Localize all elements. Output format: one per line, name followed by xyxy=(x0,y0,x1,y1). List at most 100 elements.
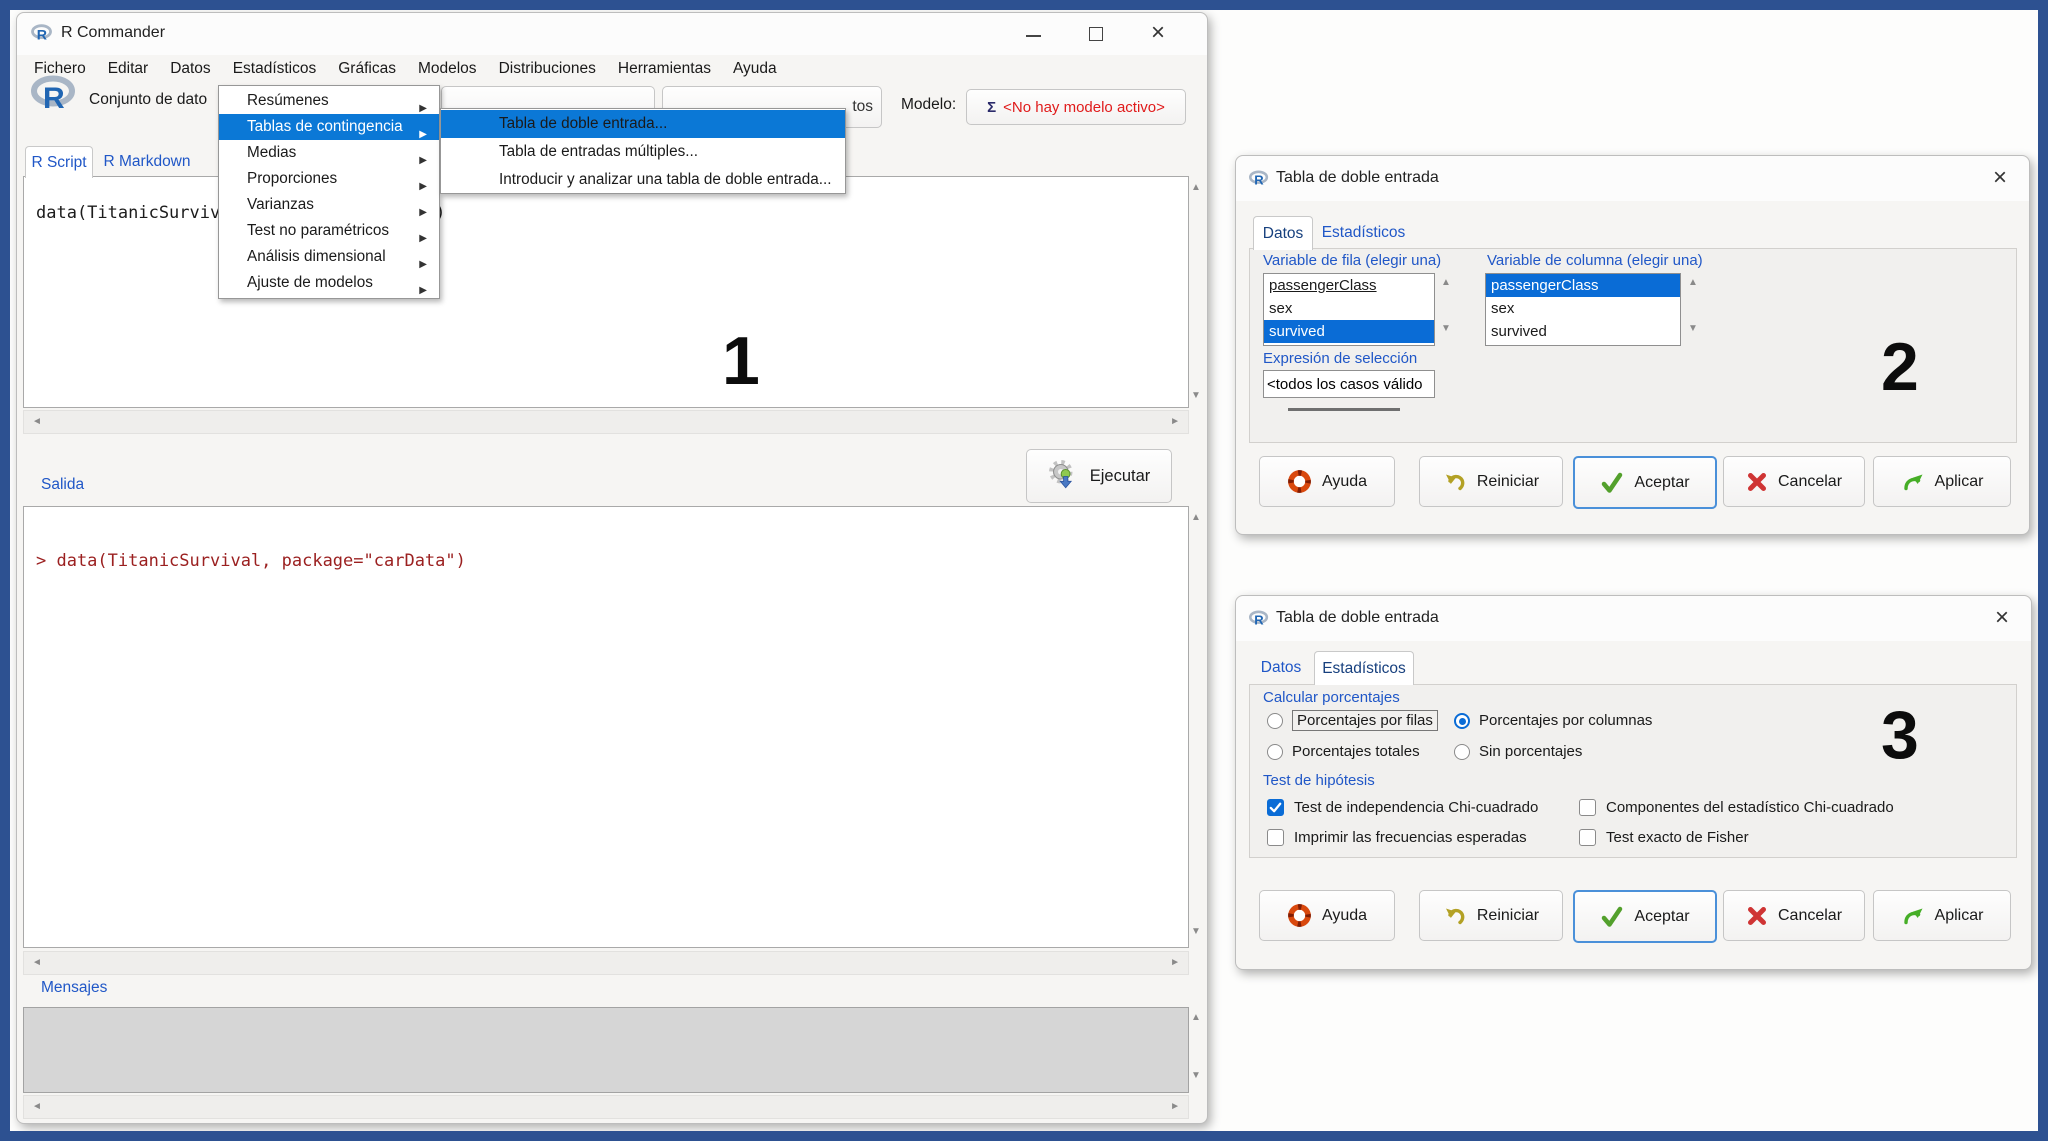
aplicar-button[interactable]: Aplicar xyxy=(1873,890,2011,941)
aceptar-button[interactable]: Aceptar xyxy=(1573,456,1717,509)
checkbox-componentes[interactable] xyxy=(1579,799,1596,816)
menuitem-test-no-parametricos[interactable]: Test no paramétricos▶ xyxy=(219,218,439,244)
output-scroll-up-icon[interactable]: ▲ xyxy=(1191,513,1201,523)
menuitem-tabla-entradas-multiples[interactable]: Tabla de entradas múltiples... xyxy=(441,138,845,166)
reiniciar-button[interactable]: Reiniciar xyxy=(1419,890,1563,941)
cancelar-button[interactable]: Cancelar xyxy=(1723,890,1865,941)
menu-modelos[interactable]: Modelos xyxy=(407,53,488,85)
checkbox-frecuencias[interactable] xyxy=(1267,829,1284,846)
list-item[interactable]: sex xyxy=(1264,297,1434,320)
ayuda-button[interactable]: Ayuda xyxy=(1259,890,1395,941)
dialog2-tab-estadisticos[interactable]: Estadísticos xyxy=(1316,216,1411,249)
column-variable-list[interactable]: passengerClass sex survived xyxy=(1485,273,1681,346)
menu-datos[interactable]: Datos xyxy=(159,53,222,85)
dialog3-titlebar[interactable]: R Tabla de doble entrada × xyxy=(1236,596,2031,641)
script-scroll-right-icon[interactable]: ► xyxy=(1170,417,1180,427)
script-editor[interactable]: data(TitanicSurvival, package="carData") xyxy=(23,176,1189,408)
row-variable-list[interactable]: passengerClass sex survived xyxy=(1263,273,1435,346)
ayuda-button[interactable]: Ayuda xyxy=(1259,456,1395,507)
output-pane[interactable]: > data(TitanicSurvival, package="carData… xyxy=(23,506,1189,948)
messages-pane[interactable] xyxy=(23,1007,1189,1093)
output-hscrollbar[interactable]: ◄ ► xyxy=(23,951,1189,975)
view-dataset-label-fragment: tos xyxy=(852,98,873,116)
script-hscrollbar[interactable]: ◄ ► xyxy=(23,410,1189,434)
checkbox-chi-cuadrado[interactable] xyxy=(1267,799,1284,816)
messages-scroll-left-icon[interactable]: ◄ xyxy=(32,1102,42,1112)
selection-expression-input[interactable] xyxy=(1263,370,1435,398)
menuitem-varianzas[interactable]: Varianzas▶ xyxy=(219,192,439,218)
minimize-button[interactable] xyxy=(1026,35,1041,37)
list-item[interactable]: passengerClass xyxy=(1264,274,1434,297)
menuitem-resumenes[interactable]: Resúmenes▶ xyxy=(219,88,439,114)
menu-ayuda[interactable]: Ayuda xyxy=(722,53,788,85)
radio-porcentajes-columnas[interactable] xyxy=(1454,713,1470,729)
messages-scroll-down-icon[interactable]: ▼ xyxy=(1191,1071,1201,1081)
row-list-down-icon[interactable]: ▼ xyxy=(1441,324,1451,334)
r-logo-icon: R xyxy=(1249,610,1269,632)
menuitem-tabla-doble-entrada[interactable]: Tabla de doble entrada... xyxy=(441,110,845,138)
aceptar-button[interactable]: Aceptar xyxy=(1573,890,1717,943)
script-scroll-left-icon[interactable]: ◄ xyxy=(32,417,42,427)
tab-r-markdown[interactable]: R Markdown xyxy=(97,146,197,177)
dialog2-tab-datos[interactable]: Datos xyxy=(1253,216,1313,250)
messages-hscrollbar[interactable]: ◄ ► xyxy=(23,1095,1189,1119)
checkbox-chi-cuadrado-label[interactable]: Test de independencia Chi-cuadrado xyxy=(1294,799,1538,816)
close-button[interactable]: × xyxy=(1151,21,1165,45)
menu-herramientas[interactable]: Herramientas xyxy=(607,53,722,85)
checkbox-fisher-label[interactable]: Test exacto de Fisher xyxy=(1606,829,1749,846)
script-scroll-down-icon[interactable]: ▼ xyxy=(1191,391,1201,401)
dialog3-close-button[interactable]: × xyxy=(1995,606,2009,630)
output-scroll-down-icon[interactable]: ▼ xyxy=(1191,927,1201,937)
output-scroll-left-icon[interactable]: ◄ xyxy=(32,958,42,968)
list-item[interactable]: sex xyxy=(1486,297,1680,320)
menuitem-introducir-analizar-tabla[interactable]: Introducir y analizar una tabla de doble… xyxy=(441,166,845,194)
dialog2-titlebar[interactable]: R Tabla de doble entrada × xyxy=(1236,156,2029,201)
checkbox-fisher[interactable] xyxy=(1579,829,1596,846)
list-item[interactable]: survived xyxy=(1486,320,1680,343)
screenshot-root: R R Commander × FicheroEditarDatosEstadí… xyxy=(0,0,2048,1141)
radio-porcentajes-columnas-label[interactable]: Porcentajes por columnas xyxy=(1479,712,1652,729)
list-item[interactable]: survived xyxy=(1264,320,1434,343)
model-button[interactable]: Σ <No hay modelo activo> xyxy=(966,89,1186,125)
salida-label: Salida xyxy=(41,476,84,494)
radio-sin-porcentajes[interactable] xyxy=(1454,744,1470,760)
menuitem-tablas-contingencia[interactable]: Tablas de contingencia▶ xyxy=(219,114,439,140)
main-titlebar[interactable]: R R Commander × xyxy=(17,13,1207,55)
menuitem-ajuste-modelos[interactable]: Ajuste de modelos▶ xyxy=(219,270,439,296)
checkbox-componentes-label[interactable]: Componentes del estadístico Chi-cuadrado xyxy=(1606,799,1894,816)
radio-porcentajes-filas[interactable] xyxy=(1267,713,1283,729)
cancelar-button[interactable]: Cancelar xyxy=(1723,456,1865,507)
tab-r-script[interactable]: R Script xyxy=(25,146,93,178)
menu-graficas[interactable]: Gráficas xyxy=(327,53,407,85)
column-variable-label: Variable de columna (elegir una) xyxy=(1487,252,1703,269)
ejecutar-button[interactable]: Ejecutar xyxy=(1026,449,1172,503)
dialog3-tab-datos[interactable]: Datos xyxy=(1253,651,1309,684)
output-scroll-right-icon[interactable]: ► xyxy=(1170,958,1180,968)
menuitem-proporciones[interactable]: Proporciones▶ xyxy=(219,166,439,192)
checkbox-frecuencias-label[interactable]: Imprimir las frecuencias esperadas xyxy=(1294,829,1527,846)
radio-porcentajes-totales[interactable] xyxy=(1267,744,1283,760)
menu-editar[interactable]: Editar xyxy=(97,53,160,85)
script-scroll-up-icon[interactable]: ▲ xyxy=(1191,183,1201,193)
row-list-up-icon[interactable]: ▲ xyxy=(1441,278,1451,288)
model-label: Modelo: xyxy=(901,96,956,114)
selection-hscroll-thumb[interactable] xyxy=(1288,408,1400,411)
menuitem-analisis-dimensional[interactable]: Análisis dimensional▶ xyxy=(219,244,439,270)
lifebuoy-icon xyxy=(1287,903,1312,928)
menu-estadisticos[interactable]: Estadísticos xyxy=(222,53,328,85)
maximize-button[interactable] xyxy=(1089,27,1103,41)
aplicar-button[interactable]: Aplicar xyxy=(1873,456,2011,507)
messages-scroll-up-icon[interactable]: ▲ xyxy=(1191,1013,1201,1023)
menu-distribuciones[interactable]: Distribuciones xyxy=(488,53,607,85)
radio-porcentajes-totales-label[interactable]: Porcentajes totales xyxy=(1292,743,1420,760)
radio-sin-porcentajes-label[interactable]: Sin porcentajes xyxy=(1479,743,1582,760)
reiniciar-button[interactable]: Reiniciar xyxy=(1419,456,1563,507)
radio-porcentajes-filas-label[interactable]: Porcentajes por filas xyxy=(1292,710,1438,731)
dialog2-close-button[interactable]: × xyxy=(1993,166,2007,190)
column-list-up-icon[interactable]: ▲ xyxy=(1688,278,1698,288)
list-item[interactable]: passengerClass xyxy=(1486,274,1680,297)
column-list-down-icon[interactable]: ▼ xyxy=(1688,324,1698,334)
messages-scroll-right-icon[interactable]: ► xyxy=(1170,1102,1180,1112)
menuitem-medias[interactable]: Medias▶ xyxy=(219,140,439,166)
dialog3-tab-estadisticos[interactable]: Estadísticos xyxy=(1314,651,1414,685)
